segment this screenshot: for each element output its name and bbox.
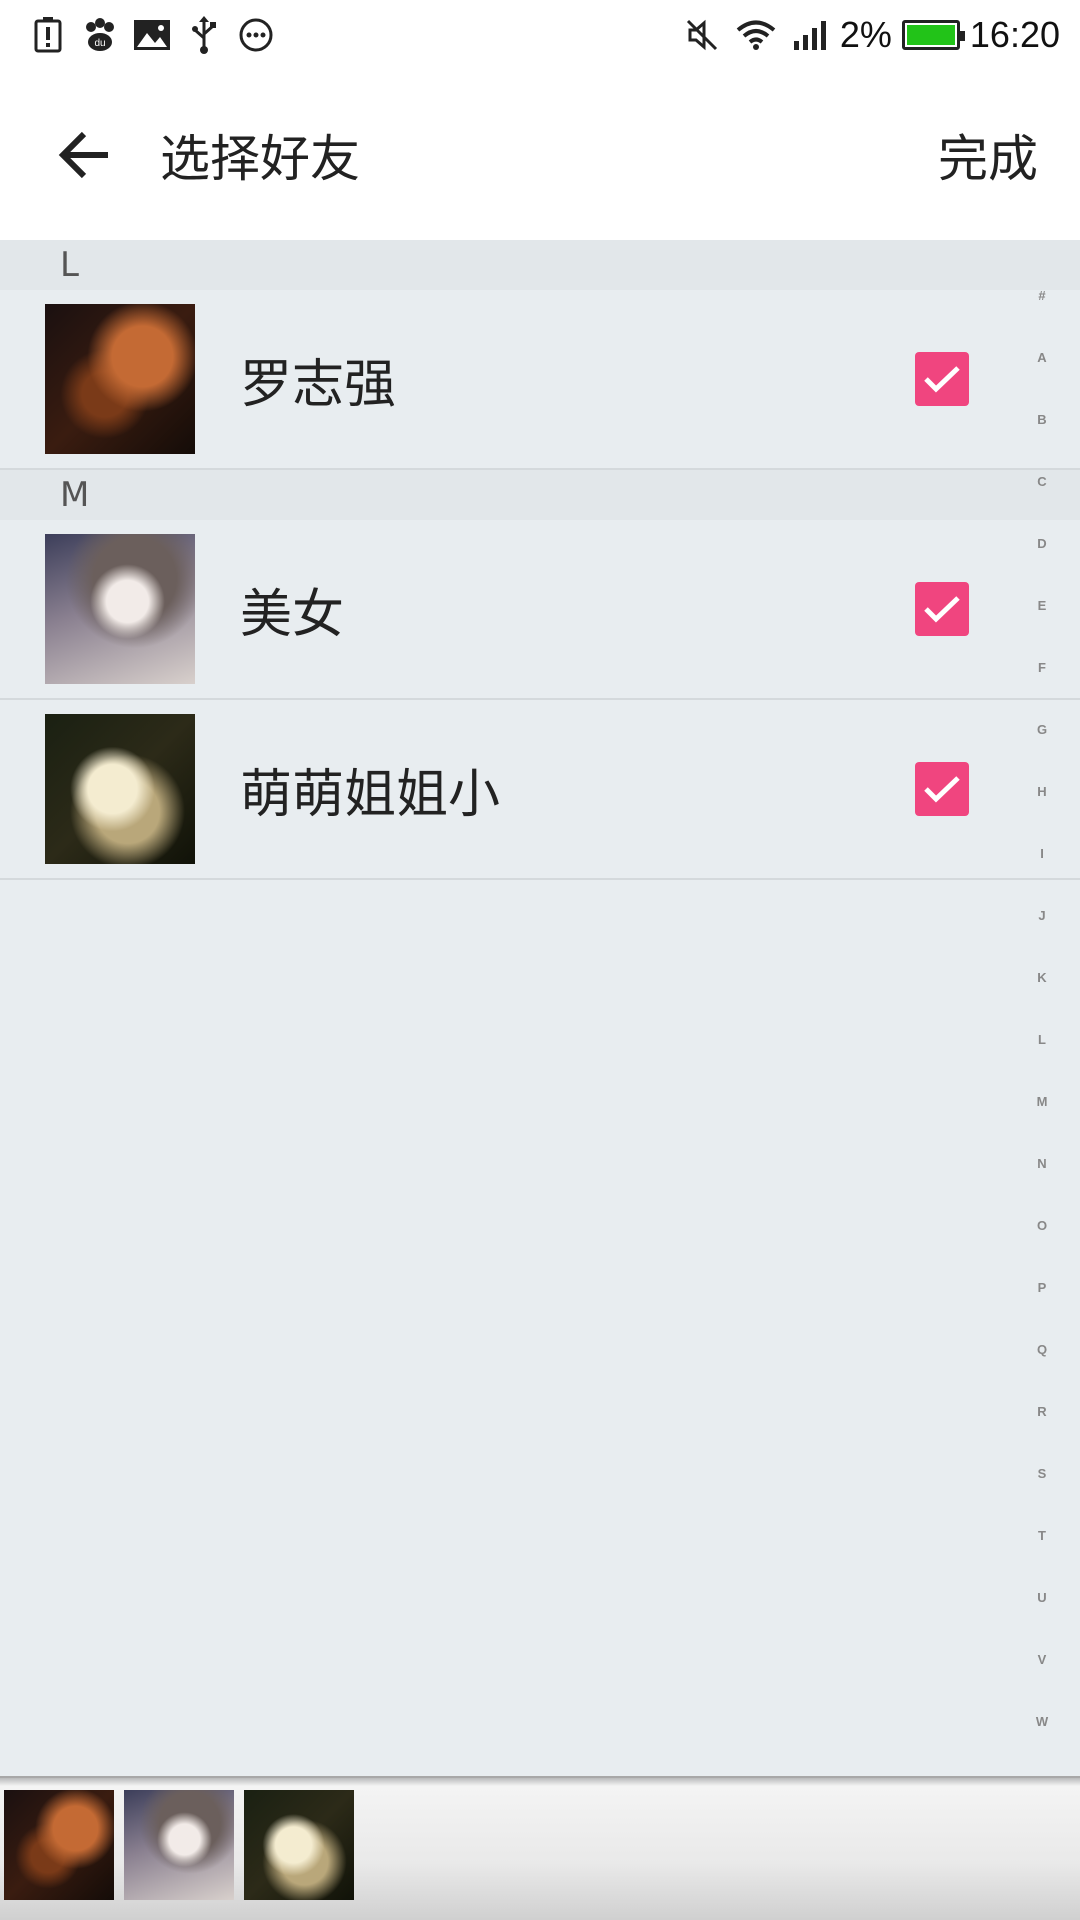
contact-checkbox[interactable] — [915, 762, 969, 816]
index-letter[interactable]: F — [1030, 652, 1054, 714]
contact-name: 美女 — [240, 584, 345, 645]
index-letter[interactable]: H — [1030, 776, 1054, 838]
index-letter[interactable]: W — [1030, 1706, 1054, 1768]
alphabet-index-bar[interactable]: #ABCDEFGHIJKLMNOPQRSTUVWXYZ — [1030, 280, 1054, 1920]
clock: 16:20 — [969, 14, 1060, 55]
baidu-paw-icon: du — [80, 15, 120, 55]
more-dots-icon — [236, 15, 276, 55]
contact-name: 萌萌姐姐小 — [240, 764, 501, 825]
status-bar: du 2% 16:20 — [0, 0, 1080, 70]
avatar — [45, 714, 195, 864]
page-title: 选择好友 — [160, 130, 360, 188]
section-header-m: M — [0, 470, 1080, 520]
index-letter[interactable]: S — [1030, 1458, 1054, 1520]
avatar — [45, 304, 195, 454]
battery-icon — [901, 20, 965, 50]
checkmark-icon — [924, 776, 960, 803]
index-letter[interactable]: Q — [1030, 1334, 1054, 1396]
index-letter[interactable]: A — [1030, 342, 1054, 404]
contact-checkbox[interactable] — [915, 352, 969, 406]
battery-alert-icon — [28, 15, 68, 55]
svg-text:du: du — [94, 38, 105, 49]
contact-name: 罗志强 — [240, 354, 397, 415]
battery-percent: 2% — [839, 14, 892, 55]
app-bar: 选择好友 完成 — [0, 70, 1080, 240]
index-letter[interactable]: M — [1030, 1086, 1054, 1148]
status-right-icons: 2% 16:20 — [668, 14, 1060, 56]
mute-icon — [682, 15, 722, 55]
usb-icon — [184, 15, 224, 55]
index-letter[interactable]: U — [1030, 1582, 1054, 1644]
contact-checkbox[interactable] — [915, 582, 969, 636]
avatar — [45, 534, 195, 684]
done-button[interactable]: 完成 — [928, 109, 1048, 201]
index-letter[interactable]: P — [1030, 1272, 1054, 1334]
checkmark-icon — [924, 366, 960, 393]
selected-avatar[interactable] — [244, 1790, 354, 1900]
selected-avatar[interactable] — [4, 1790, 114, 1900]
contact-row[interactable]: 罗志强 — [0, 290, 1080, 470]
index-letter[interactable]: O — [1030, 1210, 1054, 1272]
index-letter[interactable]: D — [1030, 528, 1054, 590]
selected-friends-bar — [0, 1776, 1080, 1920]
index-letter[interactable]: L — [1030, 1024, 1054, 1086]
image-icon — [132, 15, 172, 55]
status-left-icons: du — [28, 15, 288, 55]
index-letter[interactable]: # — [1030, 280, 1054, 342]
contact-list: L 罗志强 M 美女 萌萌姐姐小 — [0, 240, 1080, 880]
index-letter[interactable]: J — [1030, 900, 1054, 962]
index-letter[interactable]: N — [1030, 1148, 1054, 1210]
index-letter[interactable]: T — [1030, 1520, 1054, 1582]
index-letter[interactable]: E — [1030, 590, 1054, 652]
index-letter[interactable]: R — [1030, 1396, 1054, 1458]
contact-row[interactable]: 萌萌姐姐小 — [0, 700, 1080, 880]
signal-icon — [790, 15, 830, 55]
section-header-l: L — [0, 240, 1080, 290]
wifi-icon — [736, 15, 776, 55]
back-button[interactable] — [30, 100, 140, 210]
index-letter[interactable]: G — [1030, 714, 1054, 776]
checkmark-icon — [924, 596, 960, 623]
selected-avatar[interactable] — [124, 1790, 234, 1900]
index-letter[interactable]: B — [1030, 404, 1054, 466]
index-letter[interactable]: C — [1030, 466, 1054, 528]
index-letter[interactable]: K — [1030, 962, 1054, 1024]
index-letter[interactable]: I — [1030, 838, 1054, 900]
contact-row[interactable]: 美女 — [0, 520, 1080, 700]
index-letter[interactable]: V — [1030, 1644, 1054, 1706]
arrow-left-icon — [58, 131, 108, 179]
